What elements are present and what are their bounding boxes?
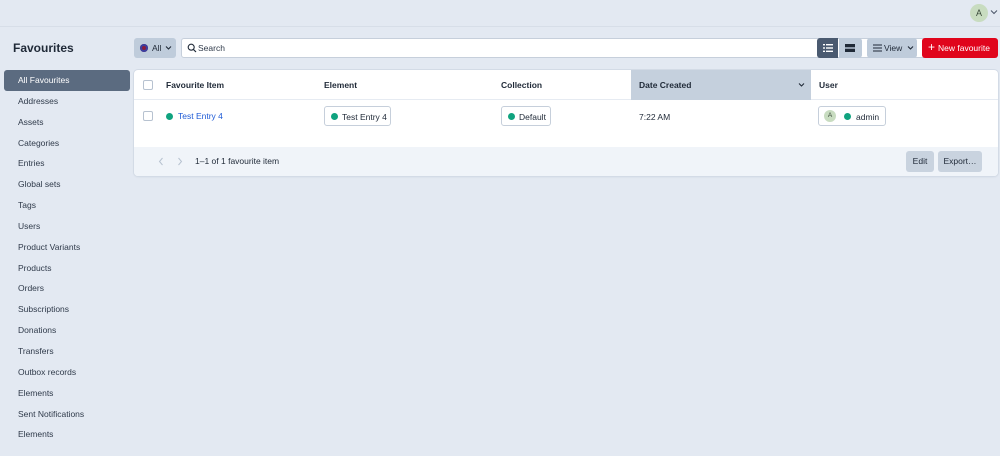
list-view-icon <box>823 44 833 52</box>
column-header-date-created-label: Date Created <box>639 80 692 90</box>
sidebar: All Favourites Addresses Assets Categori… <box>4 70 130 445</box>
table-view-button[interactable] <box>839 38 862 58</box>
search-input[interactable] <box>198 40 798 56</box>
sidebar-item-outbox-records[interactable]: Outbox records <box>4 362 130 383</box>
sidebar-item-users[interactable]: Users <box>4 216 130 237</box>
site-menu-button[interactable]: All <box>134 38 176 58</box>
element-chip[interactable]: Test Entry 4 <box>324 106 391 126</box>
date-created-value: 7:22 AM <box>639 112 671 122</box>
column-header-user[interactable]: User <box>819 70 838 100</box>
sidebar-item-addresses[interactable]: Addresses <box>4 91 130 112</box>
sidebar-item-transfers[interactable]: Transfers <box>4 341 130 362</box>
view-menu-label: View <box>884 43 903 53</box>
site-icon <box>140 44 148 52</box>
column-header-favourite-item[interactable]: Favourite Item <box>166 70 224 100</box>
sidebar-item-sent-notifications[interactable]: Sent Notifications <box>4 404 130 425</box>
status-indicator <box>844 113 851 120</box>
new-favourite-button[interactable]: + New favourite <box>922 38 998 58</box>
sidebar-item-orders[interactable]: Orders <box>4 278 130 299</box>
chevron-left-icon[interactable] <box>157 157 165 166</box>
element-chip-label: Test Entry 4 <box>342 112 387 122</box>
user-avatar: A <box>824 110 836 122</box>
sidebar-item-products[interactable]: Products <box>4 258 130 279</box>
sidebar-item-elements-2[interactable]: Elements <box>4 424 130 445</box>
user-avatar[interactable]: A <box>970 4 988 22</box>
chevron-down-icon[interactable] <box>990 8 998 16</box>
sidebar-item-product-variants[interactable]: Product Variants <box>4 237 130 258</box>
user-chip-label: admin <box>856 112 880 122</box>
sidebar-item-subscriptions[interactable]: Subscriptions <box>4 299 130 320</box>
favourites-table: Favourite Item Element Collection Date C… <box>134 70 998 176</box>
table-footer: 1–1 of 1 favourite item Edit Export… <box>134 147 998 176</box>
collection-chip-label: Default <box>519 112 546 122</box>
column-header-collection[interactable]: Collection <box>501 70 542 100</box>
chevron-down-icon <box>798 83 805 87</box>
select-all-checkbox[interactable] <box>143 80 153 90</box>
search-icon <box>187 43 197 53</box>
sidebar-item-categories[interactable]: Categories <box>4 133 130 154</box>
sidebar-item-tags[interactable]: Tags <box>4 195 130 216</box>
status-indicator <box>508 113 515 120</box>
list-view-button[interactable] <box>817 38 838 58</box>
sidebar-item-elements[interactable]: Elements <box>4 383 130 404</box>
view-menu-button[interactable]: View <box>867 38 917 58</box>
favourite-item-title: Test Entry 4 <box>178 111 223 121</box>
column-header-element[interactable]: Element <box>324 70 357 100</box>
collection-chip[interactable]: Default <box>501 106 551 126</box>
chevron-down-icon <box>165 46 172 50</box>
edit-button[interactable]: Edit <box>906 151 934 172</box>
sidebar-item-global-sets[interactable]: Global sets <box>4 174 130 195</box>
page-title: Favourites <box>13 41 74 55</box>
site-menu-label: All <box>152 43 162 53</box>
export-button[interactable]: Export… <box>938 151 982 172</box>
plus-icon: + <box>928 40 936 54</box>
user-chip[interactable]: A admin <box>818 106 886 126</box>
sidebar-item-assets[interactable]: Assets <box>4 112 130 133</box>
column-header-date-created[interactable]: Date Created <box>631 70 811 100</box>
row-checkbox[interactable] <box>143 111 153 121</box>
status-indicator <box>331 113 338 120</box>
sidebar-item-entries[interactable]: Entries <box>4 153 130 174</box>
top-bar: A <box>0 0 1000 27</box>
chevron-down-icon <box>907 46 914 50</box>
sliders-icon <box>873 44 882 52</box>
table-header: Favourite Item Element Collection Date C… <box>134 70 998 100</box>
pagination-summary: 1–1 of 1 favourite item <box>195 156 280 166</box>
table-row: Test Entry 4 Test Entry 4 Default 7:22 A… <box>134 101 998 147</box>
sidebar-item-all-favourites[interactable]: All Favourites <box>4 70 130 91</box>
new-favourite-label: New favourite <box>938 43 990 53</box>
table-view-icon <box>845 44 855 52</box>
status-indicator <box>166 113 173 120</box>
chevron-right-icon[interactable] <box>176 157 184 166</box>
sidebar-item-donations[interactable]: Donations <box>4 320 130 341</box>
